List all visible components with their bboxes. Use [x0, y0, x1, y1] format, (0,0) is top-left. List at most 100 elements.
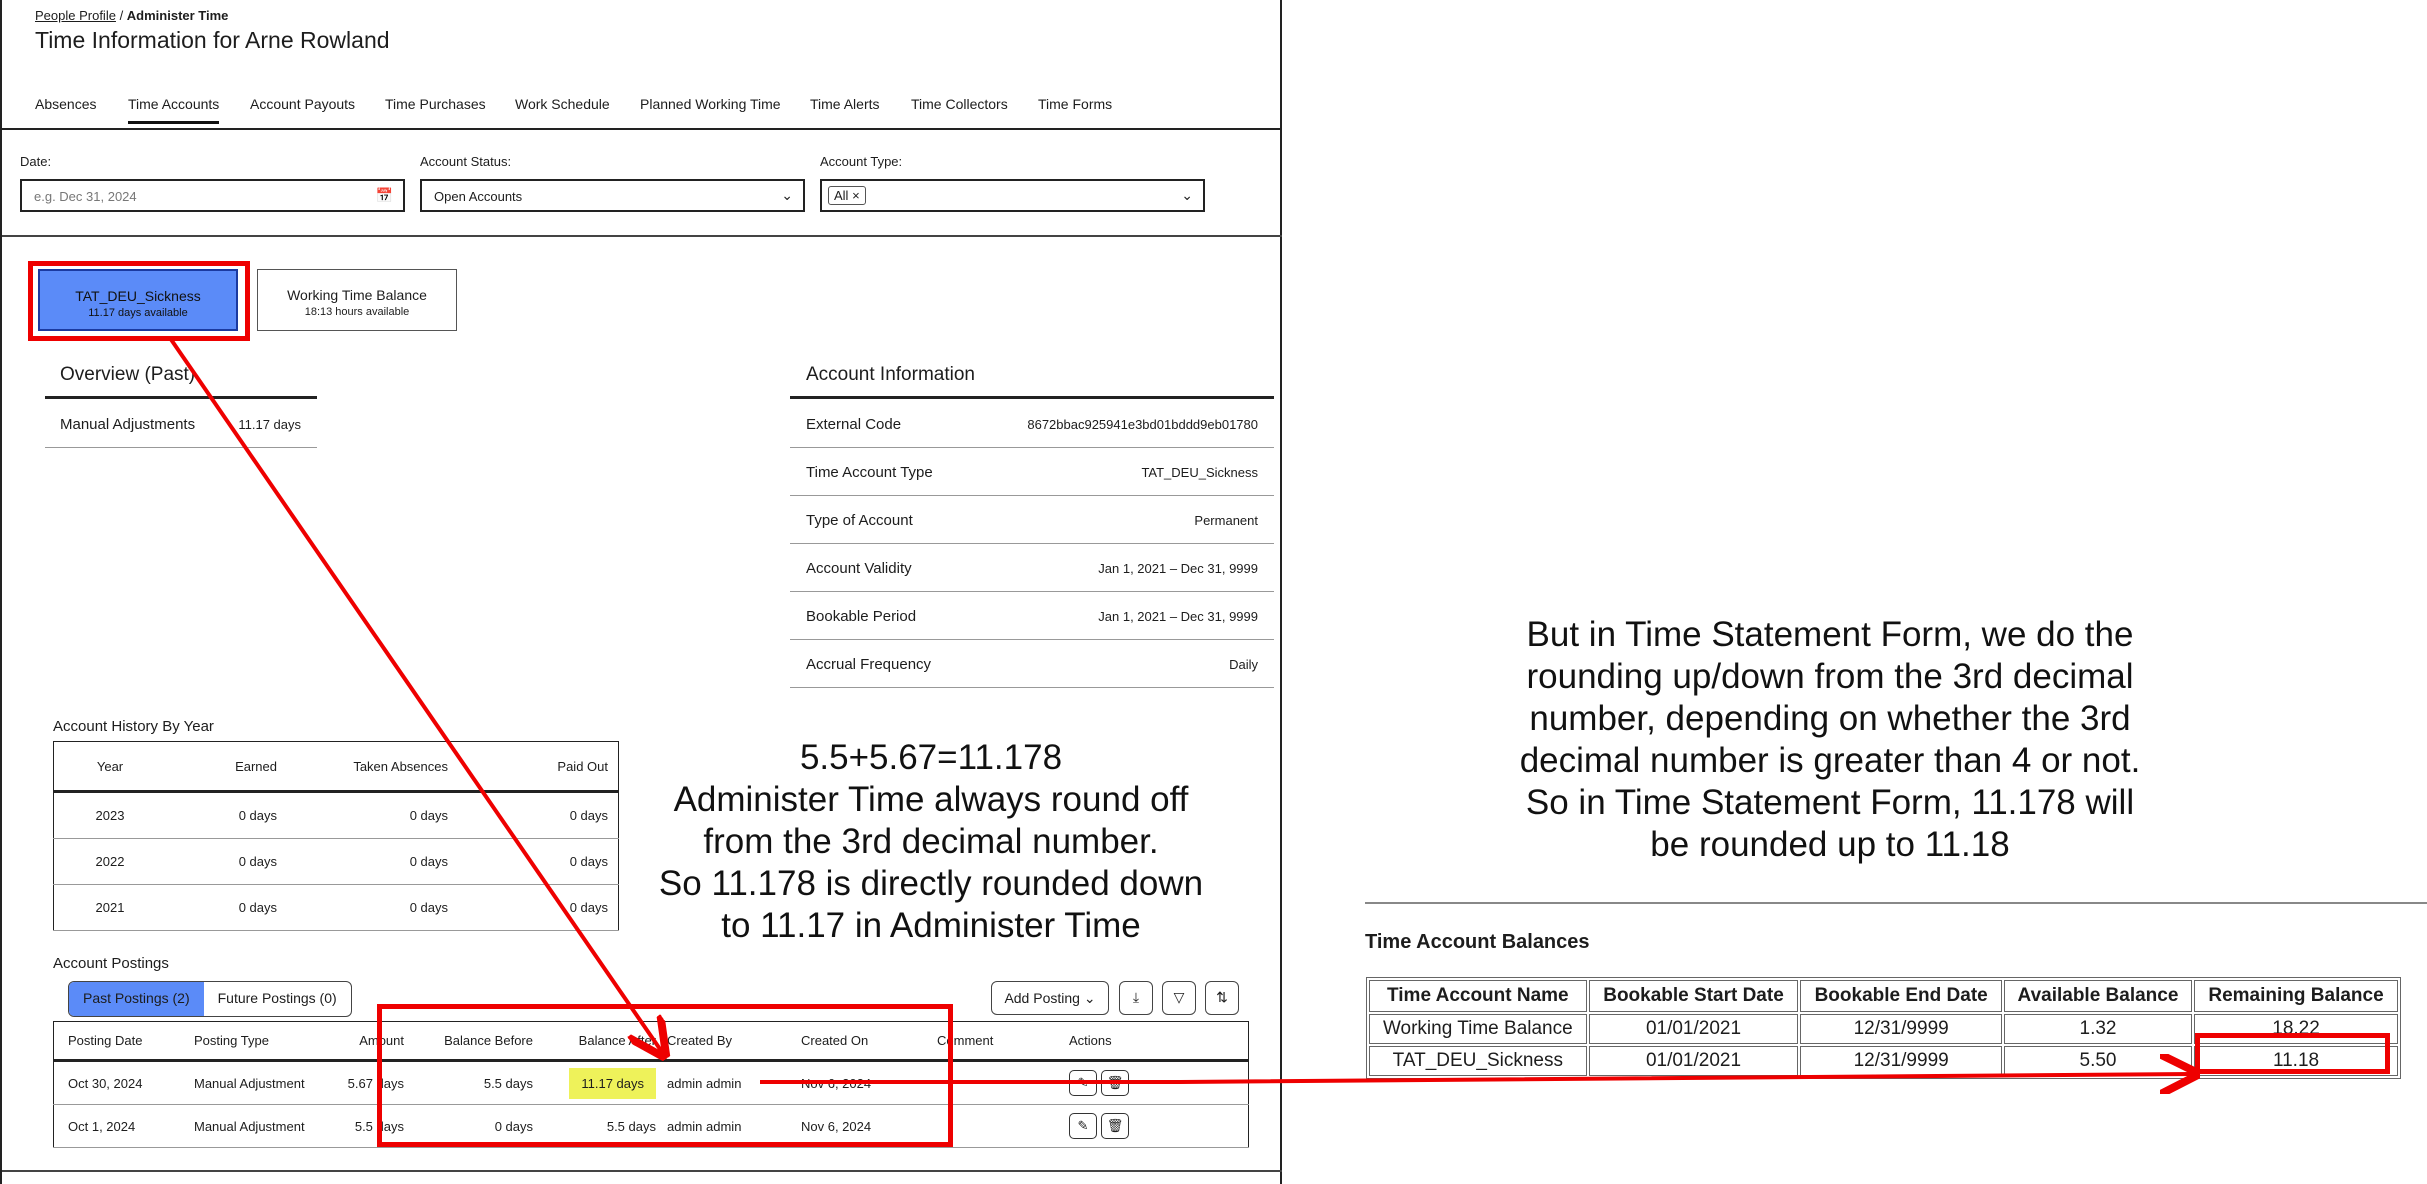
- history-header: Taken Absences: [287, 741, 458, 793]
- calendar-icon[interactable]: 📅: [376, 187, 393, 204]
- overview-title: Overview (Past): [60, 364, 196, 385]
- filter-icon[interactable]: ▽: [1162, 981, 1196, 1015]
- annotation-left-text: 5.5+5.67=11.178 Administer Time always r…: [636, 737, 1226, 947]
- bottom-divider: [2, 1170, 1282, 1172]
- tab-work-schedule[interactable]: Work Schedule: [515, 96, 610, 121]
- history-row: 2022 0 days 0 days 0 days: [53, 838, 619, 885]
- tsf-cell: 5.50: [2003, 1046, 2193, 1076]
- tsf-header: Bookable End Date: [1800, 980, 2002, 1012]
- history-cell: 2022: [53, 838, 166, 885]
- tab-time-forms[interactable]: Time Forms: [1038, 96, 1112, 121]
- annotation-line: be rounded up to 11.18: [1650, 825, 2010, 864]
- history-cell: 2023: [53, 791, 166, 839]
- tab-time-purchases[interactable]: Time Purchases: [385, 96, 486, 121]
- annotation-right-text: But in Time Statement Form, we do the ro…: [1470, 614, 2190, 866]
- download-icon[interactable]: ⤓: [1119, 981, 1153, 1015]
- tsf-header: Bookable Start Date: [1588, 980, 1799, 1012]
- tab-bar: Absences Time Accounts Account Payouts T…: [2, 86, 1282, 130]
- breadcrumb-current: Administer Time: [126, 8, 229, 23]
- filter-divider: [2, 235, 1282, 237]
- postings-header: Actions: [1068, 1021, 1249, 1062]
- posting-actions: ✎ 🗑: [1068, 1060, 1249, 1105]
- history-cell: 0 days: [458, 838, 619, 885]
- account-info-key: Time Account Type: [806, 464, 933, 481]
- account-info-row: External Code 8672bbac925941e3bd01bddd9eb…: [790, 400, 1274, 448]
- postings-header: Posting Type: [193, 1021, 323, 1062]
- pencil-icon[interactable]: ✎: [1069, 1113, 1097, 1139]
- history-cell: 0 days: [458, 884, 619, 931]
- account-info-value: Jan 1, 2021 – Dec 31, 9999: [1098, 561, 1258, 576]
- history-header: Paid Out: [458, 741, 619, 793]
- posting-cell: [936, 1104, 1068, 1148]
- account-info-value: Jan 1, 2021 – Dec 31, 9999: [1098, 609, 1258, 624]
- tab-time-accounts[interactable]: Time Accounts: [128, 96, 220, 124]
- overview-row-manual-adjustments: Manual Adjustments 11.17 days: [45, 400, 317, 448]
- pencil-icon[interactable]: ✎: [1069, 1070, 1097, 1096]
- account-info-row: Time Account Type TAT_DEU_Sickness: [790, 448, 1274, 496]
- account-info-row: Account Validity Jan 1, 2021 – Dec 31, 99…: [790, 544, 1274, 592]
- annotation-line: to 11.17 in Administer Time: [721, 906, 1141, 945]
- annotation-line: decimal number is greater than 4 or not.: [1519, 741, 2141, 780]
- history-cell: 0 days: [166, 884, 287, 931]
- date-placeholder: e.g. Dec 31, 2024: [34, 189, 137, 204]
- account-status-select[interactable]: Open Accounts ⌄: [420, 179, 805, 212]
- account-info-value: 8672bbac925941e3bd01bddd9eb01780: [1027, 417, 1258, 432]
- overview-key: Manual Adjustments: [60, 416, 196, 433]
- account-info-row: Bookable Period Jan 1, 2021 – Dec 31, 999…: [790, 592, 1274, 640]
- account-type-label: Account Type:: [820, 154, 903, 169]
- history-cell: 0 days: [166, 838, 287, 885]
- time-account-balances-title: Time Account Balances: [1365, 931, 1590, 953]
- breadcrumb: People Profile / Administer Time: [35, 8, 228, 23]
- tab-absences[interactable]: Absences: [35, 96, 96, 121]
- overview-divider: [45, 396, 317, 399]
- account-status-label: Account Status:: [420, 154, 512, 169]
- annotation-line: So 11.178 is directly rounded down: [658, 864, 1204, 903]
- breadcrumb-link-people-profile[interactable]: People Profile: [35, 8, 116, 23]
- history-cell: 0 days: [287, 884, 458, 931]
- account-info-value: Daily: [1229, 657, 1258, 672]
- tab-account-payouts[interactable]: Account Payouts: [250, 96, 355, 121]
- history-cell: 2021: [53, 884, 166, 931]
- annotation-line: But in Time Statement Form, we do the: [1526, 615, 2134, 654]
- tab-time-alerts[interactable]: Time Alerts: [810, 96, 880, 121]
- postings-segmented-control: Past Postings (2) Future Postings (0): [68, 981, 352, 1017]
- postings-header: Comment: [936, 1021, 1068, 1062]
- tsf-header: Time Account Name: [1369, 980, 1587, 1012]
- annotation-line: rounding up/down from the 3rd decimal: [1526, 657, 2134, 696]
- account-type-select[interactable]: All × ⌄: [820, 179, 1205, 212]
- tsf-cell: 1.32: [2003, 1014, 2193, 1044]
- date-input[interactable]: e.g. Dec 31, 2024 📅: [20, 179, 405, 212]
- account-type-token[interactable]: All ×: [828, 186, 866, 205]
- account-card-working-time-balance[interactable]: Working Time Balance 18:13 hours availab…: [257, 269, 457, 331]
- future-postings-tab[interactable]: Future Postings (0): [204, 982, 351, 1016]
- posting-cell: [936, 1060, 1068, 1105]
- annotation-highlight-box: [2195, 1033, 2390, 1074]
- tab-planned-working-time[interactable]: Planned Working Time: [640, 96, 781, 121]
- account-info-divider: [790, 396, 1274, 399]
- account-info-key: Account Validity: [806, 560, 912, 577]
- close-icon[interactable]: ×: [852, 188, 860, 203]
- trash-icon[interactable]: 🗑: [1101, 1070, 1129, 1096]
- posting-cell: Oct 1, 2024: [53, 1104, 193, 1148]
- account-status-value: Open Accounts: [434, 189, 523, 204]
- posting-cell: Oct 30, 2024: [53, 1060, 193, 1105]
- tsf-cell: 12/31/9999: [1800, 1046, 2002, 1076]
- annotation-line: from the 3rd decimal number.: [703, 822, 1159, 861]
- chevron-down-icon: ⌄: [781, 187, 793, 203]
- account-info-value: TAT_DEU_Sickness: [1141, 465, 1258, 480]
- account-info-row: Type of Account Permanent: [790, 496, 1274, 544]
- add-posting-button[interactable]: Add Posting ⌄: [991, 981, 1109, 1015]
- account-info-key: Bookable Period: [806, 608, 917, 625]
- annotation-line: So in Time Statement Form, 11.178 will: [1525, 783, 2135, 822]
- posting-cell: Manual Adjustment: [193, 1104, 323, 1148]
- past-postings-tab[interactable]: Past Postings (2): [69, 982, 204, 1016]
- postings-title: Account Postings: [53, 955, 169, 972]
- annotation-highlight-box: [377, 1004, 953, 1147]
- trash-icon[interactable]: 🗑: [1101, 1113, 1129, 1139]
- history-row: 2023 0 days 0 days 0 days: [53, 791, 619, 839]
- tab-time-collectors[interactable]: Time Collectors: [911, 96, 1008, 121]
- chevron-down-icon: ⌄: [1083, 990, 1096, 1006]
- posting-actions: ✎ 🗑: [1068, 1104, 1249, 1148]
- account-type-token-label: All: [834, 188, 849, 203]
- sort-icon[interactable]: ⇅: [1205, 981, 1239, 1015]
